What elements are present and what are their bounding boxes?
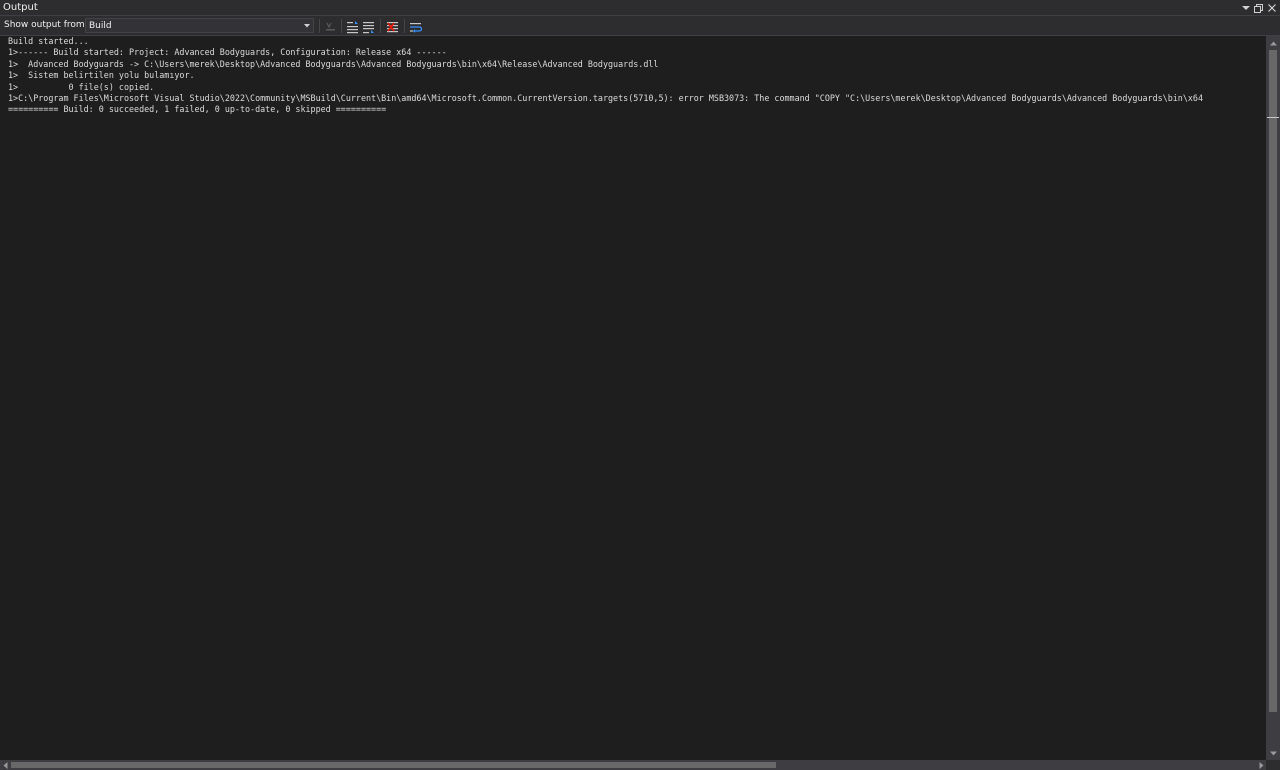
output-line: 1> Sistem belirtilen yolu bulamıyor. — [8, 70, 195, 81]
caret-position-marker — [1267, 117, 1279, 118]
vertical-scroll-thumb[interactable] — [1269, 50, 1277, 712]
scroll-down-icon[interactable] — [1266, 748, 1280, 758]
horizontal-scroll-thumb[interactable] — [11, 762, 776, 768]
window-controls — [1239, 0, 1278, 16]
scroll-up-icon[interactable] — [1266, 38, 1280, 48]
go-to-line-icon[interactable] — [323, 19, 337, 33]
previous-message-icon[interactable] — [346, 19, 360, 34]
output-window: Output Show output from: Build Build sta… — [0, 0, 1280, 770]
output-line: Build started... — [8, 36, 89, 46]
toolbar-separator — [319, 19, 320, 33]
scroll-right-icon[interactable] — [1256, 760, 1266, 770]
scroll-left-icon[interactable] — [0, 760, 10, 770]
output-source-select[interactable]: Build — [85, 18, 314, 33]
horizontal-scrollbar[interactable] — [0, 760, 1266, 770]
output-line: 1> Advanced Bodyguards -> C:\Users\merek… — [8, 58, 659, 69]
toolbar-separator — [380, 19, 381, 33]
output-source-value: Build — [89, 21, 112, 31]
clear-all-icon[interactable] — [386, 19, 400, 33]
chevron-down-icon[interactable] — [1239, 1, 1252, 15]
vertical-scrollbar[interactable] — [1266, 36, 1280, 760]
close-icon[interactable] — [1265, 1, 1278, 15]
next-message-icon[interactable] — [362, 19, 376, 34]
chevron-down-icon[interactable] — [301, 19, 312, 32]
output-line: 1>C:\Program Files\Microsoft Visual Stud… — [8, 93, 1203, 103]
show-output-label: Show output from: — [4, 20, 88, 30]
output-text-area[interactable]: Build started... 1>------ Build started:… — [0, 36, 1266, 760]
toolbar-separator — [404, 19, 405, 33]
restore-window-icon[interactable] — [1252, 1, 1265, 15]
output-line: 1> 0 file(s) copied. — [8, 81, 155, 92]
scrollbar-corner — [1266, 760, 1280, 770]
title-bar: Output — [0, 0, 1280, 16]
output-line: ========== Build: 0 succeeded, 1 failed,… — [8, 104, 387, 115]
toolbar-separator — [341, 19, 342, 33]
window-title: Output — [3, 2, 38, 13]
output-line: 1>------ Build started: Project: Advance… — [8, 47, 447, 58]
output-toolbar: Show output from: Build — [0, 16, 1280, 36]
word-wrap-icon[interactable] — [409, 19, 423, 33]
